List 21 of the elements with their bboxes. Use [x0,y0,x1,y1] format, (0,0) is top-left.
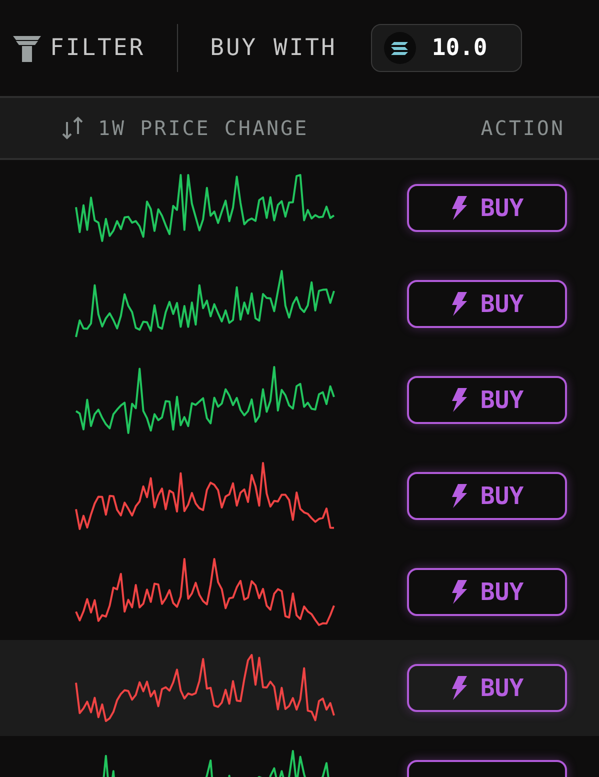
amount-value: 10.0 [432,34,488,63]
buy-button[interactable]: BUY [407,568,567,616]
filter-label[interactable]: FILTER [50,30,146,66]
lightning-icon [450,580,468,604]
filter-icon[interactable] [12,33,42,63]
buy-button[interactable]: BUY [407,664,567,712]
amount-selector[interactable]: 10.0 [370,24,522,72]
table-row[interactable]: BUY [0,640,599,736]
column-header[interactable]: 1W PRICE CHANGE [98,113,309,143]
buy-button[interactable]: BUY [407,184,567,232]
buy-button[interactable]: BUY [407,376,567,424]
buy-button[interactable]: BUY [407,472,567,520]
buy-button[interactable]: BUY [407,280,567,328]
coin-icon [384,32,416,64]
lightning-icon [450,292,468,316]
lightning-icon [450,676,468,700]
buy-with-label: BUY WITH [210,34,337,63]
lightning-icon [450,196,468,220]
column-header: ACTION [480,115,566,142]
lightning-icon [450,388,468,412]
lightning-icon [450,484,468,508]
